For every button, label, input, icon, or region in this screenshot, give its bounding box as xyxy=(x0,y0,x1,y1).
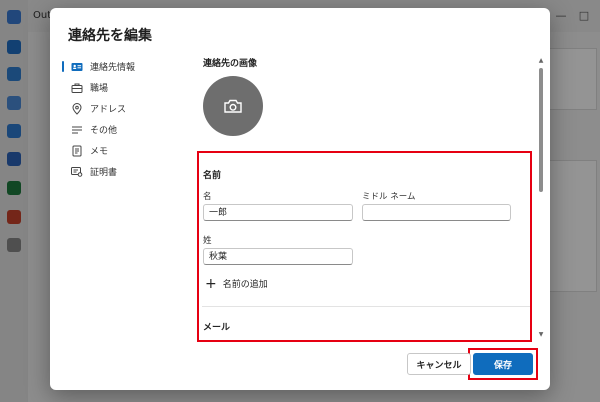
form-scrollbar[interactable]: ▲ ▼ xyxy=(538,58,544,338)
dialog-title: 連絡先を編集 xyxy=(68,28,152,44)
scroll-thumb[interactable] xyxy=(539,68,543,192)
nav-label: 職場 xyxy=(90,84,109,94)
nav-item-work[interactable]: 職場 xyxy=(62,77,192,98)
contact-nav: 連絡先情報 職場 アドレス その他 メモ 証明書 xyxy=(62,56,192,182)
contact-card-icon xyxy=(71,61,83,73)
photo-section-label: 連絡先の画像 xyxy=(203,59,258,69)
nav-label: アドレス xyxy=(90,105,127,115)
nav-label: その他 xyxy=(90,126,118,136)
nav-item-certificates[interactable]: 証明書 xyxy=(62,161,192,182)
list-icon xyxy=(71,124,83,136)
nav-item-address[interactable]: アドレス xyxy=(62,98,192,119)
location-icon xyxy=(71,102,83,115)
certificate-icon xyxy=(71,166,83,178)
contact-photo-button[interactable] xyxy=(203,76,263,136)
save-button[interactable]: 保存 xyxy=(473,353,533,375)
briefcase-icon xyxy=(71,82,83,94)
nav-item-notes[interactable]: メモ xyxy=(62,140,192,161)
nav-item-contact-info[interactable]: 連絡先情報 xyxy=(62,56,192,77)
nav-item-other[interactable]: その他 xyxy=(62,119,192,140)
scroll-up-icon[interactable]: ▲ xyxy=(538,58,544,64)
highlight-box-name-section xyxy=(197,151,532,342)
cancel-button[interactable]: キャンセル xyxy=(407,353,471,375)
edit-contact-dialog: 連絡先を編集 連絡先情報 職場 アドレス その他 メモ 証明書 連絡先の画像 名… xyxy=(50,8,550,390)
camera-icon xyxy=(224,99,242,113)
note-icon xyxy=(71,145,83,157)
scroll-down-icon[interactable]: ▼ xyxy=(538,332,544,338)
nav-label: メモ xyxy=(90,147,109,157)
nav-label: 連絡先情報 xyxy=(90,63,136,73)
nav-label: 証明書 xyxy=(90,168,118,178)
